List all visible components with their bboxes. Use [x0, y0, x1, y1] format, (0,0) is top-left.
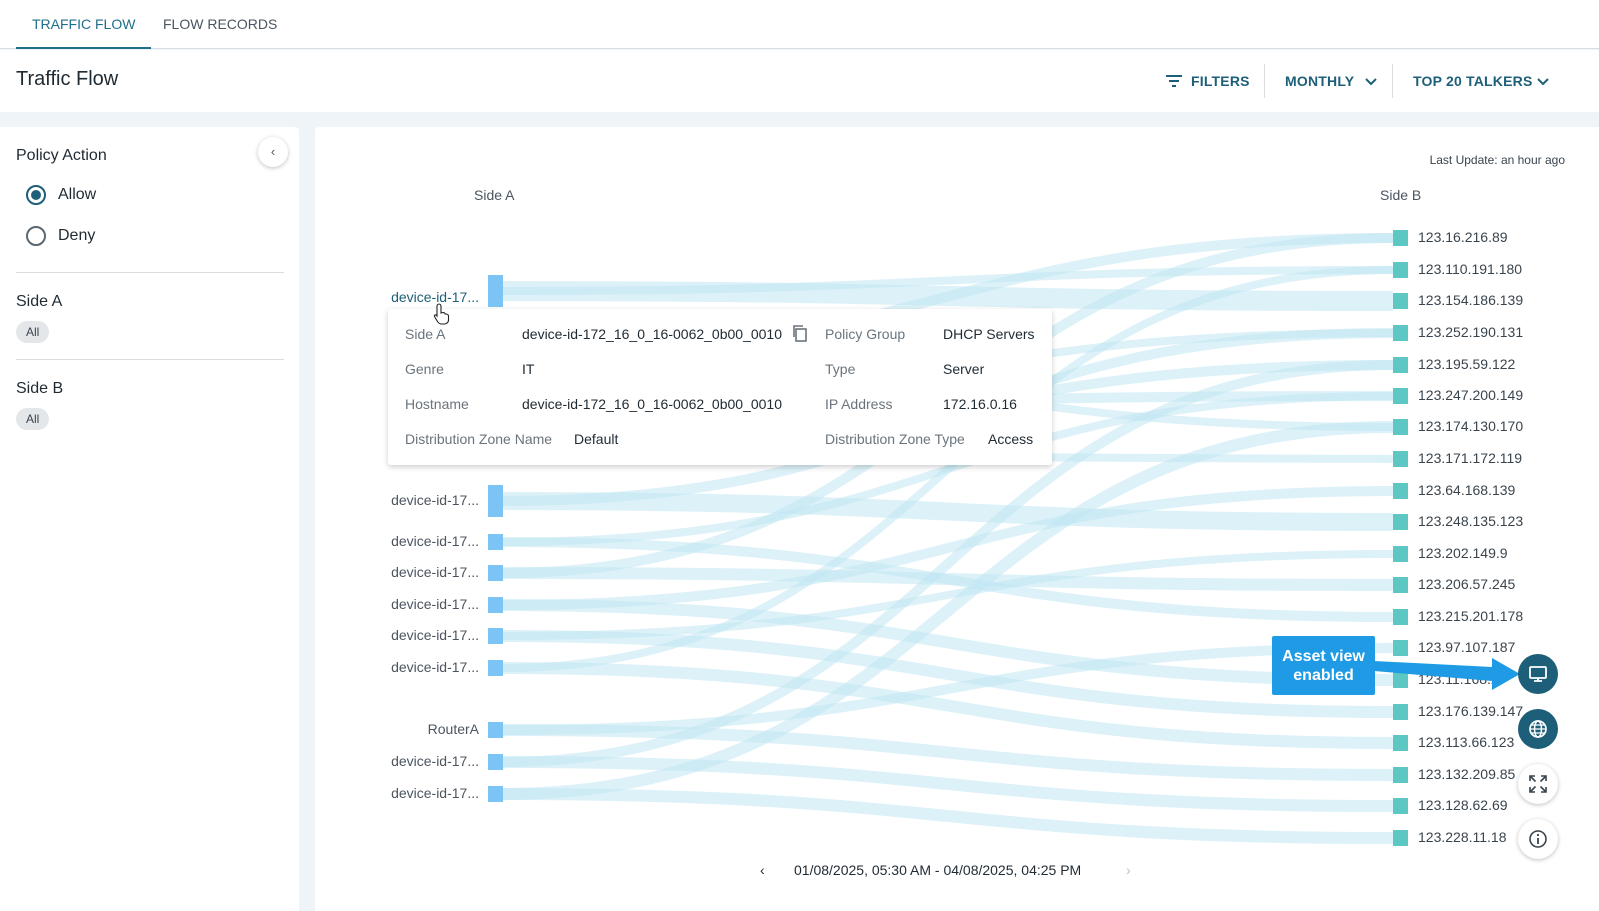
right-node-bar[interactable]: [1393, 483, 1408, 499]
tooltip-dz-name-value: Default: [574, 431, 619, 447]
left-node-bar[interactable]: [488, 485, 503, 517]
right-node-bar[interactable]: [1393, 609, 1408, 625]
right-node-label[interactable]: 123.174.130.170: [1418, 418, 1523, 434]
fullscreen-button[interactable]: [1518, 764, 1558, 804]
flow-link[interactable]: [502, 492, 1394, 531]
right-node-bar[interactable]: [1393, 293, 1408, 309]
right-node-label[interactable]: 123.252.190.131: [1418, 324, 1523, 340]
expand-icon: [1529, 775, 1547, 793]
globe-icon: [1529, 720, 1547, 738]
right-node-label[interactable]: 123.202.149.9: [1418, 545, 1508, 561]
left-node-label[interactable]: device-id-17...: [315, 627, 479, 643]
right-node-label[interactable]: 123.247.200.149: [1418, 387, 1523, 403]
right-node-bar[interactable]: [1393, 230, 1408, 246]
left-node-label[interactable]: device-id-17...: [315, 492, 479, 508]
right-node-label[interactable]: 123.171.172.119: [1418, 450, 1522, 466]
right-node-bar[interactable]: [1393, 640, 1408, 656]
right-node-bar[interactable]: [1393, 419, 1408, 435]
left-node-label[interactable]: device-id-17...: [315, 564, 479, 580]
left-node-label[interactable]: device-id-17...: [315, 753, 479, 769]
left-node-bar[interactable]: [488, 660, 503, 676]
flow-link[interactable]: [502, 567, 1394, 591]
date-range: 01/08/2025, 05:30 AM - 04/08/2025, 04:25…: [794, 862, 1082, 878]
tooltip-hostname-value: device-id-172_16_0_16-0062_0b00_0010: [522, 396, 783, 412]
left-node-bar[interactable]: [488, 786, 503, 802]
right-node-label[interactable]: 123.206.57.245: [1418, 576, 1515, 592]
right-node-bar[interactable]: [1393, 325, 1408, 341]
chevron-right-icon: ›: [1126, 862, 1131, 878]
right-node-bar[interactable]: [1393, 451, 1408, 467]
info-button[interactable]: [1518, 819, 1558, 859]
tooltip-policy-group-key: Policy Group: [825, 326, 906, 342]
left-node-label[interactable]: device-id-17...: [315, 533, 479, 549]
left-node-bar[interactable]: [488, 722, 503, 738]
right-node-bar[interactable]: [1393, 735, 1408, 751]
right-node-label[interactable]: 123.16.216.89: [1418, 229, 1508, 245]
right-node-bar[interactable]: [1393, 262, 1408, 278]
right-node-label[interactable]: 123.248.135.123: [1418, 513, 1523, 529]
right-node-label[interactable]: 123.97.107.187: [1418, 639, 1515, 655]
right-node-label[interactable]: 123.64.168.139: [1418, 482, 1515, 498]
right-node-bar[interactable]: [1393, 798, 1408, 814]
right-node-label[interactable]: 123.215.201.178: [1418, 608, 1523, 624]
right-node-label[interactable]: 123.128.62.69: [1418, 797, 1508, 813]
hand-cursor-icon: [433, 303, 450, 325]
tooltip-type-key: Type: [825, 361, 856, 377]
left-node-label[interactable]: RouterA: [315, 721, 479, 737]
right-node-bar[interactable]: [1393, 577, 1408, 593]
left-node-bar[interactable]: [488, 597, 503, 613]
tooltip-dz-type-key: Distribution Zone Type: [825, 431, 965, 447]
right-node-label[interactable]: 123.195.59.122: [1418, 356, 1515, 372]
right-node-bar[interactable]: [1393, 704, 1408, 720]
right-node-bar[interactable]: [1393, 357, 1408, 373]
tooltip-side-a-value: device-id-172_16_0_16-0062_0b00_0010: [522, 326, 783, 342]
asset-view-callout: Asset view enabled: [1272, 636, 1375, 695]
left-node-label[interactable]: device-id-17...: [315, 785, 479, 801]
tooltip-genre-value: IT: [522, 361, 535, 377]
tooltip-ip-key: IP Address: [825, 396, 893, 412]
left-node-bar[interactable]: [488, 754, 503, 770]
tooltip-dz-name-key: Distribution Zone Name: [405, 431, 553, 447]
tooltip-side-a-key: Side A: [405, 326, 446, 342]
left-node-bar[interactable]: [488, 534, 503, 550]
left-node-label[interactable]: device-id-17...: [315, 596, 479, 612]
info-icon: [1529, 830, 1547, 848]
left-node-bar[interactable]: [488, 275, 503, 307]
previous-range-button[interactable]: ‹: [760, 862, 765, 878]
right-node-label[interactable]: 123.154.186.139: [1418, 292, 1523, 308]
flow-link[interactable]: [502, 643, 1394, 735]
right-node-label[interactable]: 123.228.11.18: [1418, 829, 1507, 845]
left-node-label[interactable]: device-id-17...: [315, 659, 479, 675]
tooltip-hostname-key: Hostname: [405, 396, 469, 412]
monitor-icon: [1529, 666, 1547, 682]
tooltip-ip-value: 172.16.0.16: [943, 396, 1017, 412]
tooltip-genre-key: Genre: [405, 361, 444, 377]
node-tooltip: Side A device-id-172_16_0_16-0062_0b00_0…: [388, 309, 1052, 465]
tooltip-policy-group-value: DHCP Servers: [943, 326, 1035, 342]
right-node-label[interactable]: 123.110.191.180: [1418, 261, 1522, 277]
network-view-button[interactable]: [1518, 709, 1558, 749]
right-node-bar[interactable]: [1393, 388, 1408, 404]
tooltip-dz-type-value: Access: [988, 431, 1034, 447]
right-node-bar[interactable]: [1393, 546, 1408, 562]
callout-arrow-icon: [1374, 658, 1520, 690]
left-node-bar[interactable]: [488, 628, 503, 644]
next-range-button[interactable]: ›: [1126, 862, 1131, 878]
tooltip-type-value: Server: [943, 361, 985, 377]
left-node-label[interactable]: device-id-17...: [315, 289, 479, 305]
chevron-left-icon: ‹: [760, 862, 765, 878]
left-node-bar[interactable]: [488, 565, 503, 581]
right-node-label[interactable]: 123.176.139.147: [1418, 703, 1523, 719]
copy-icon[interactable]: [791, 324, 809, 342]
asset-view-button[interactable]: [1518, 654, 1558, 694]
right-node-label[interactable]: 123.113.66.123: [1418, 734, 1514, 750]
right-node-label[interactable]: 123.132.209.85: [1418, 766, 1515, 782]
right-node-bar[interactable]: [1393, 514, 1408, 530]
right-node-bar[interactable]: [1393, 830, 1408, 846]
right-node-bar[interactable]: [1393, 767, 1408, 783]
